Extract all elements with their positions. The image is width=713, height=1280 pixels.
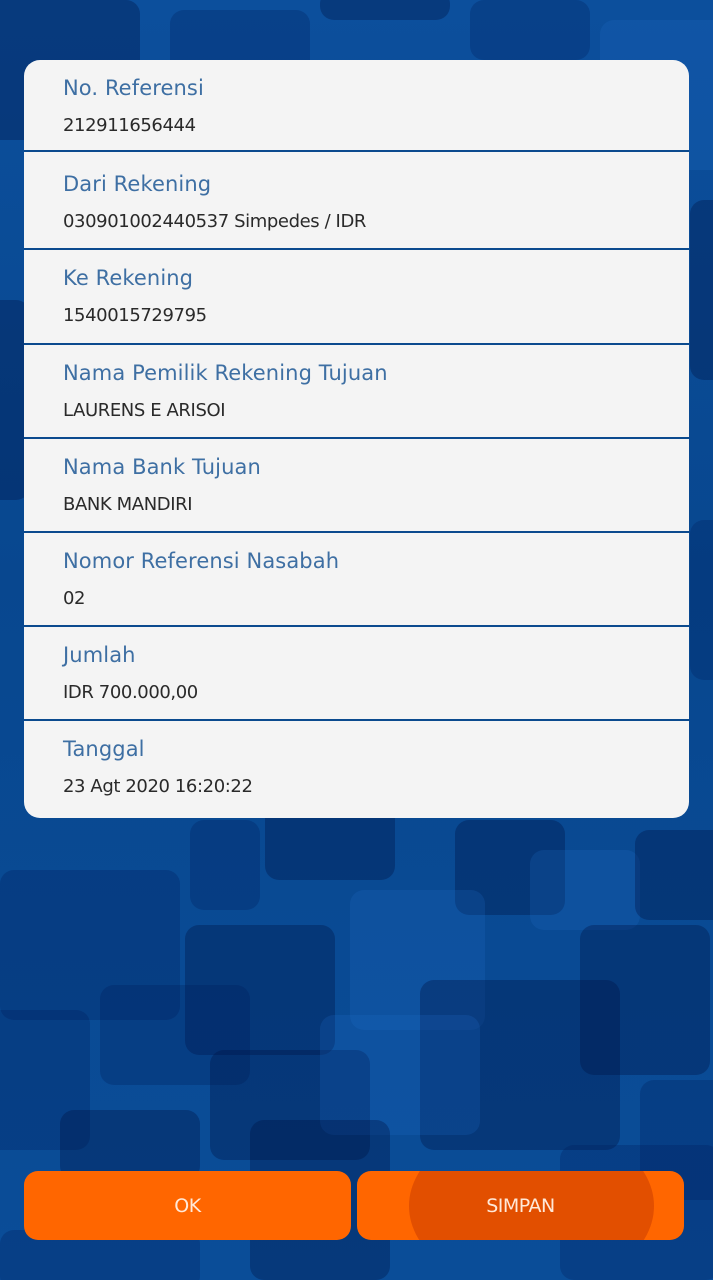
detail-row-customer-reference: Nomor Referensi Nasabah 02	[24, 533, 689, 627]
transaction-detail-card: No. Referensi 212911656444 Dari Rekening…	[24, 60, 689, 818]
detail-label: Nama Pemilik Rekening Tujuan	[63, 361, 388, 385]
detail-value: 23 Agt 2020 16:20:22	[63, 776, 253, 797]
detail-value: IDR 700.000,00	[63, 682, 198, 703]
detail-value: LAURENS E ARISOI	[63, 400, 226, 421]
detail-row-destination-account: Ke Rekening 1540015729795	[24, 250, 689, 345]
detail-row-amount: Jumlah IDR 700.000,00	[24, 627, 689, 721]
ok-button-label: OK	[174, 1194, 201, 1217]
detail-row-reference-number: No. Referensi 212911656444	[24, 60, 689, 152]
detail-label: Ke Rekening	[63, 266, 194, 290]
ok-button[interactable]: OK	[24, 1171, 351, 1240]
detail-row-date: Tanggal 23 Agt 2020 16:20:22	[24, 721, 689, 818]
detail-label: Nomor Referensi Nasabah	[63, 549, 340, 573]
detail-row-recipient-name: Nama Pemilik Rekening Tujuan LAURENS E A…	[24, 345, 689, 439]
detail-label: Dari Rekening	[63, 172, 212, 196]
detail-value: 030901002440537 Simpedes / IDR	[63, 211, 367, 232]
detail-value: 212911656444	[63, 115, 196, 136]
detail-row-source-account: Dari Rekening 030901002440537 Simpedes /…	[24, 156, 689, 250]
detail-label: Jumlah	[63, 643, 136, 667]
save-button[interactable]: SIMPAN	[357, 1171, 684, 1240]
detail-value: BANK MANDIRI	[63, 494, 193, 515]
detail-label: No. Referensi	[63, 76, 204, 100]
detail-label: Nama Bank Tujuan	[63, 455, 261, 479]
detail-value: 1540015729795	[63, 305, 207, 326]
detail-row-destination-bank: Nama Bank Tujuan BANK MANDIRI	[24, 439, 689, 533]
detail-value: 02	[63, 588, 86, 609]
save-button-label: SIMPAN	[486, 1194, 555, 1217]
detail-label: Tanggal	[63, 737, 145, 761]
